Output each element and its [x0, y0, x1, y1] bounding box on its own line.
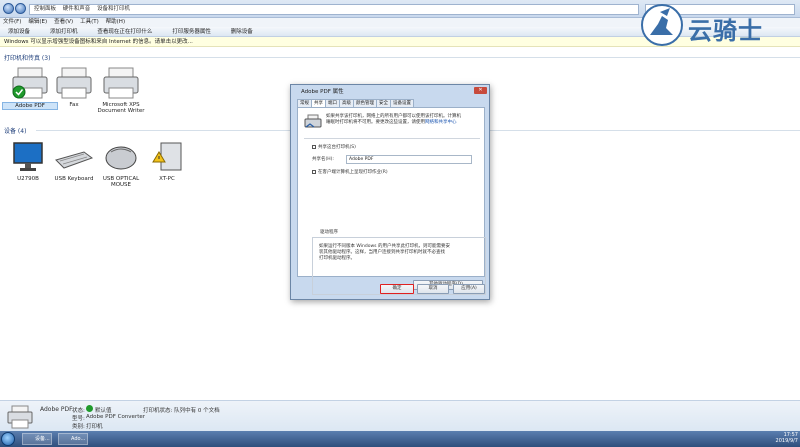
- checkbox-icon: [312, 145, 316, 149]
- details-category-value: 打印机: [86, 424, 103, 430]
- keyboard-icon: [55, 151, 94, 169]
- panel-divider: [304, 138, 480, 139]
- menu-file[interactable]: 文件(F): [3, 18, 21, 27]
- sharing-info-text-2: 睡眠时打印机将不可用。要更改这些设置，请使用: [326, 120, 425, 125]
- breadcrumb-item[interactable]: 硬件和声音: [63, 6, 91, 12]
- forward-icon[interactable]: [15, 3, 26, 14]
- menu-view[interactable]: 查看(V): [54, 18, 73, 27]
- menu-help[interactable]: 帮助(H): [106, 18, 125, 27]
- network-center-link[interactable]: 网络和共享中心: [425, 120, 457, 125]
- taskbar: 设备... Ado... 17:57 2019/9/7: [0, 431, 800, 447]
- menu-edit[interactable]: 编辑(E): [28, 18, 47, 27]
- system-tray-clock[interactable]: 17:57 2019/9/7: [776, 432, 798, 444]
- mouse-icon: [105, 146, 137, 170]
- add-printer-button[interactable]: 添加打印机: [50, 27, 78, 37]
- checkbox-icon: [312, 170, 316, 174]
- details-pane: Adobe PDF 状态: 默认值 打印机状态: 队列中有 0 个文档 型号: …: [0, 400, 800, 431]
- dialog-tabs: 常规 共享 端口 高级 颜色管理 安全 设备设置: [297, 99, 414, 108]
- print-server-properties-button[interactable]: 打印服务器属性: [172, 27, 211, 37]
- dialog-title: Adobe PDF 属性: [301, 89, 344, 95]
- see-printing-button[interactable]: 查看现在正在打印什么: [97, 27, 152, 37]
- shared-printer-icon: [304, 114, 322, 128]
- device-label: Microsoft XPS Document Writer: [97, 102, 145, 114]
- clock-date: 2019/9/7: [775, 438, 798, 444]
- menu-tools[interactable]: 工具(T): [80, 18, 99, 27]
- section-printers-title[interactable]: 打印机和传真 (3): [4, 53, 50, 62]
- sharing-panel: 如果共享该打印机，网络上的所有用户都可以使用该打印机。计算机 睡眠时打印机将不可…: [297, 107, 486, 295]
- watermark-logo: 云骑士: [640, 2, 790, 48]
- back-icon[interactable]: [3, 3, 14, 14]
- printer-properties-dialog: Adobe PDF 属性 ✕ 常规 共享 端口 高级 颜色管理 安全 设备设置 如果共享该打…: [290, 84, 490, 300]
- sharing-info-text: 如果共享该打印机，网络上的所有用户都可以使用该打印机。计算机: [326, 114, 461, 119]
- device-computer[interactable]: XT-PC: [139, 140, 195, 182]
- share-printer-checkbox[interactable]: 共享这台打印机(S): [312, 145, 356, 151]
- drivers-text: 如果运行不同版本 Windows 的用户共享此打印机，则可能需要安: [319, 244, 450, 249]
- checkbox-label: 在客户端计算机上呈现打印作业(R): [318, 170, 388, 175]
- printer-xps[interactable]: Microsoft XPS Document Writer: [93, 66, 149, 114]
- details-printer-status: 打印机状态: 队列中有 0 个文档: [143, 408, 220, 414]
- details-status-label: 状态:: [72, 408, 85, 414]
- checkbox-label: 共享这台打印机(S): [318, 145, 356, 150]
- printer-icon: [7, 405, 33, 429]
- breadcrumb-item[interactable]: 控制面板: [34, 6, 56, 12]
- device-label: XT-PC: [159, 176, 175, 182]
- share-name-label: 共享名(H):: [312, 157, 334, 162]
- drivers-group-title: 驱动程序: [318, 230, 340, 236]
- render-jobs-checkbox[interactable]: 在客户端计算机上呈现打印作业(R): [312, 170, 388, 176]
- drivers-text-3: 打印机驱动程序。: [319, 256, 355, 261]
- default-check-icon: [86, 405, 93, 412]
- printer-icon: [103, 67, 139, 99]
- close-icon[interactable]: ✕: [474, 87, 487, 94]
- details-model-label: 型号:: [72, 416, 85, 422]
- monitor-icon: [13, 142, 43, 171]
- details-category-label: 类别:: [72, 424, 85, 430]
- start-button[interactable]: [1, 432, 15, 446]
- ok-button[interactable]: 确定: [380, 284, 414, 294]
- address-bar[interactable]: 控制面板 硬件和声音 设备和打印机: [29, 4, 639, 15]
- logo-text: 云骑士: [688, 17, 763, 45]
- section-divider: [60, 57, 800, 58]
- share-name-input[interactable]: Adobe PDF: [346, 155, 472, 164]
- breadcrumb-item[interactable]: 设备和打印机: [97, 6, 130, 12]
- remove-device-button[interactable]: 删除设备: [231, 27, 253, 37]
- taskbar-item-adobe[interactable]: Ado...: [58, 433, 88, 445]
- details-status-value: 默认值: [95, 408, 112, 414]
- drivers-text-2: 装其他驱动程序。这样，当用户连接到共享打印机时就不必查找: [319, 250, 445, 255]
- taskbar-item-devices[interactable]: 设备...: [22, 433, 52, 445]
- section-devices-title[interactable]: 设备 (4): [4, 126, 26, 135]
- computer-tower-icon: [152, 142, 182, 171]
- add-device-button[interactable]: 添加设备: [8, 27, 30, 37]
- fax-icon: [56, 67, 92, 99]
- cancel-button[interactable]: 取消: [417, 284, 449, 294]
- details-device-name: Adobe PDF: [40, 406, 73, 413]
- apply-button[interactable]: 应用(A): [453, 284, 485, 294]
- details-model-value: Adobe PDF Converter: [86, 414, 146, 420]
- printer-icon: [12, 67, 48, 99]
